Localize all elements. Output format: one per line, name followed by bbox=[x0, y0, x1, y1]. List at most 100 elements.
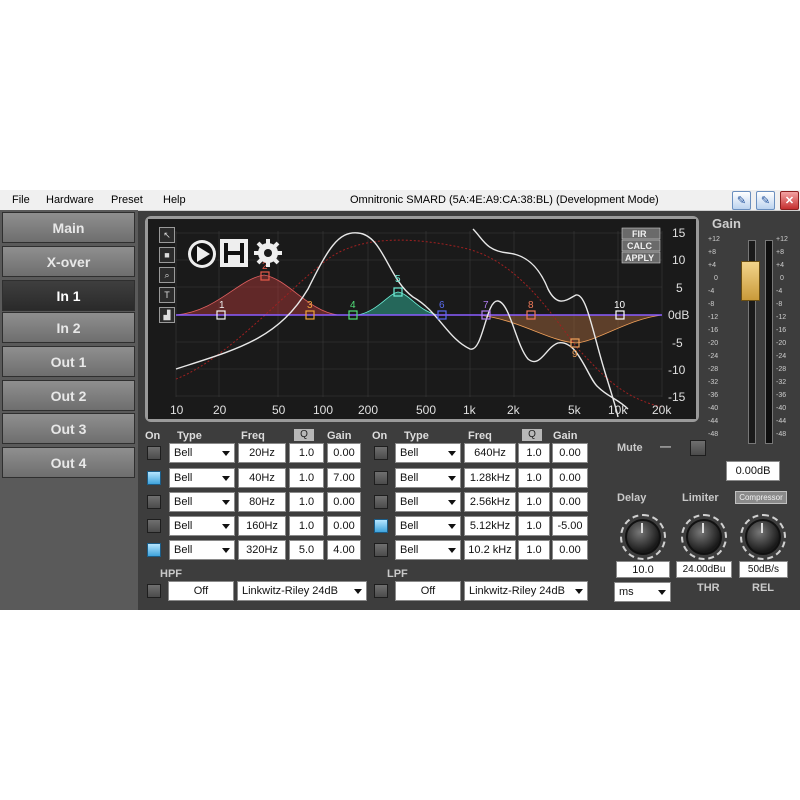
band-3-type-select[interactable]: Bell bbox=[169, 492, 235, 512]
band-1-gain-field[interactable]: 0.00 bbox=[327, 443, 361, 463]
lpf-state-field[interactable]: Off bbox=[395, 581, 461, 601]
sidebar-item-out-2[interactable]: Out 2 bbox=[2, 380, 135, 411]
mute-button[interactable] bbox=[690, 440, 706, 456]
band-3-freq-field[interactable]: 80Hz bbox=[238, 492, 286, 512]
band-7-q-field[interactable]: 1.0 bbox=[518, 468, 550, 488]
hpf-on-checkbox[interactable] bbox=[147, 584, 161, 598]
band-9-on-checkbox[interactable] bbox=[374, 519, 388, 533]
band-7-freq-field[interactable]: 1.28kHz bbox=[464, 468, 516, 488]
chevron-down-icon bbox=[448, 500, 456, 505]
band-5-type-select[interactable]: Bell bbox=[169, 540, 235, 560]
band-9-type-select[interactable]: Bell bbox=[395, 516, 461, 536]
band-3-q-field[interactable]: 1.0 bbox=[289, 492, 324, 512]
band-6-type-select[interactable]: Bell bbox=[395, 443, 461, 463]
band-6-q-field[interactable]: 1.0 bbox=[518, 443, 550, 463]
rel-value-field[interactable]: 50dB/s bbox=[739, 561, 788, 578]
band-5-on-checkbox[interactable] bbox=[147, 543, 161, 557]
sidebar-item-out-1[interactable]: Out 1 bbox=[2, 346, 135, 377]
band-8-type-select[interactable]: Bell bbox=[395, 492, 461, 512]
sidebar-item-x-over[interactable]: X-over bbox=[2, 246, 135, 277]
menu-hardware[interactable]: Hardware bbox=[46, 194, 94, 206]
delay-unit-select[interactable]: ms bbox=[614, 582, 671, 602]
sidebar-item-out-4[interactable]: Out 4 bbox=[2, 447, 135, 478]
sidebar-item-in-1[interactable]: In 1 bbox=[2, 280, 135, 311]
band-7-on-checkbox[interactable] bbox=[374, 471, 388, 485]
band-2-gain-field[interactable]: 7.00 bbox=[327, 468, 361, 488]
band-3-on-checkbox[interactable] bbox=[147, 495, 161, 509]
band-10-freq-field[interactable]: 10.2 kHz bbox=[464, 540, 516, 560]
zoom-icon[interactable]: ⌕ bbox=[159, 267, 175, 283]
band-1-freq-field[interactable]: 20Hz bbox=[238, 443, 286, 463]
band-7-type-select[interactable]: Bell bbox=[395, 468, 461, 488]
lpf-on-checkbox[interactable] bbox=[374, 584, 388, 598]
lpf-type-select[interactable]: Linkwitz-Riley 24dB bbox=[464, 581, 588, 601]
band-2-on-checkbox[interactable] bbox=[147, 471, 161, 485]
band-5-q-field[interactable]: 5.0 bbox=[289, 540, 324, 560]
close-button[interactable]: ✕ bbox=[780, 191, 799, 210]
play-icon[interactable] bbox=[188, 240, 216, 268]
menu-preset[interactable]: Preset bbox=[111, 194, 143, 206]
eq-left-header-q: Q bbox=[294, 429, 314, 441]
band-2-type-select[interactable]: Bell bbox=[169, 468, 235, 488]
menu-file[interactable]: File bbox=[12, 194, 30, 206]
maximize-button[interactable]: ✎ bbox=[756, 191, 775, 210]
band-4-q-field[interactable]: 1.0 bbox=[289, 516, 324, 536]
chart-icon[interactable]: ▟ bbox=[159, 307, 175, 323]
band-9-q-field[interactable]: 1.0 bbox=[518, 516, 550, 536]
band-6-on-checkbox[interactable] bbox=[374, 446, 388, 460]
save-icon[interactable] bbox=[220, 239, 248, 267]
band-7-gain-field[interactable]: 0.00 bbox=[552, 468, 588, 488]
band-5-gain-field[interactable]: 4.00 bbox=[327, 540, 361, 560]
thr-knob[interactable] bbox=[686, 519, 722, 555]
thr-value-field[interactable]: 24.00dBu bbox=[676, 561, 732, 578]
text-icon[interactable]: T bbox=[159, 287, 175, 303]
band-4-gain-field[interactable]: 0.00 bbox=[327, 516, 361, 536]
sidebar-item-main[interactable]: Main bbox=[2, 212, 135, 243]
sidebar-item-in-2[interactable]: In 2 bbox=[2, 312, 135, 343]
minimize-button[interactable]: ✎ bbox=[732, 191, 751, 210]
band-1-type-select[interactable]: Bell bbox=[169, 443, 235, 463]
band-9-freq-field[interactable]: 5.12kHz bbox=[464, 516, 516, 536]
sidebar-item-label: Out 4 bbox=[50, 454, 87, 471]
band-10-q-field[interactable]: 1.0 bbox=[518, 540, 550, 560]
band-9-gain-field[interactable]: -5.00 bbox=[552, 516, 588, 536]
gear-icon[interactable] bbox=[254, 239, 282, 267]
band-8-q-field[interactable]: 1.0 bbox=[518, 492, 550, 512]
gain-fader-handle[interactable] bbox=[741, 261, 760, 301]
x-tick: 1k bbox=[463, 403, 477, 417]
cursor-icon[interactable]: ↖ bbox=[159, 227, 175, 243]
band-6-freq-field[interactable]: 640Hz bbox=[464, 443, 516, 463]
band-4-on-checkbox[interactable] bbox=[147, 519, 161, 533]
chevron-down-icon bbox=[448, 451, 456, 456]
band-2-freq-field[interactable]: 40Hz bbox=[238, 468, 286, 488]
eq-graph[interactable]: 1 2 3 4 5 6 7 8 9 10 15 10 5 0dB -5 -10 … bbox=[145, 216, 699, 422]
band-2-q-field[interactable]: 1.0 bbox=[289, 468, 324, 488]
sidebar-item-label: Main bbox=[52, 219, 85, 236]
camera-icon[interactable]: ■ bbox=[159, 247, 175, 263]
band-1-on-checkbox[interactable] bbox=[147, 446, 161, 460]
mute-dash: — bbox=[660, 441, 671, 453]
band-5-freq-field[interactable]: 320Hz bbox=[238, 540, 286, 560]
band-10-type-select[interactable]: Bell bbox=[395, 540, 461, 560]
delay-knob[interactable] bbox=[625, 519, 661, 555]
band-1-q-field[interactable]: 1.0 bbox=[289, 443, 324, 463]
hpf-type-select[interactable]: Linkwitz-Riley 24dB bbox=[237, 581, 367, 601]
band-3-gain-field[interactable]: 0.00 bbox=[327, 492, 361, 512]
band-6-gain-field[interactable]: 0.00 bbox=[552, 443, 588, 463]
eq-graph-svg[interactable]: 1 2 3 4 5 6 7 8 9 10 15 10 5 0dB -5 -10 … bbox=[148, 219, 696, 419]
compressor-button[interactable]: Compressor bbox=[735, 491, 787, 504]
rel-knob[interactable] bbox=[745, 519, 781, 555]
y-tick: -10 bbox=[668, 363, 686, 377]
sidebar-item-out-3[interactable]: Out 3 bbox=[2, 413, 135, 444]
band-8-freq-field[interactable]: 2.56kHz bbox=[464, 492, 516, 512]
band-8-gain-field[interactable]: 0.00 bbox=[552, 492, 588, 512]
delay-value-field[interactable]: 10.0 bbox=[616, 561, 670, 578]
band-10-gain-field[interactable]: 0.00 bbox=[552, 540, 588, 560]
band-10-on-checkbox[interactable] bbox=[374, 543, 388, 557]
menu-help[interactable]: Help bbox=[163, 194, 186, 206]
hpf-state-field[interactable]: Off bbox=[168, 581, 234, 601]
band-8-on-checkbox[interactable] bbox=[374, 495, 388, 509]
band-4-type-select[interactable]: Bell bbox=[169, 516, 235, 536]
band-4-freq-field[interactable]: 160Hz bbox=[238, 516, 286, 536]
gain-value-field[interactable]: 0.00dB bbox=[726, 461, 780, 481]
